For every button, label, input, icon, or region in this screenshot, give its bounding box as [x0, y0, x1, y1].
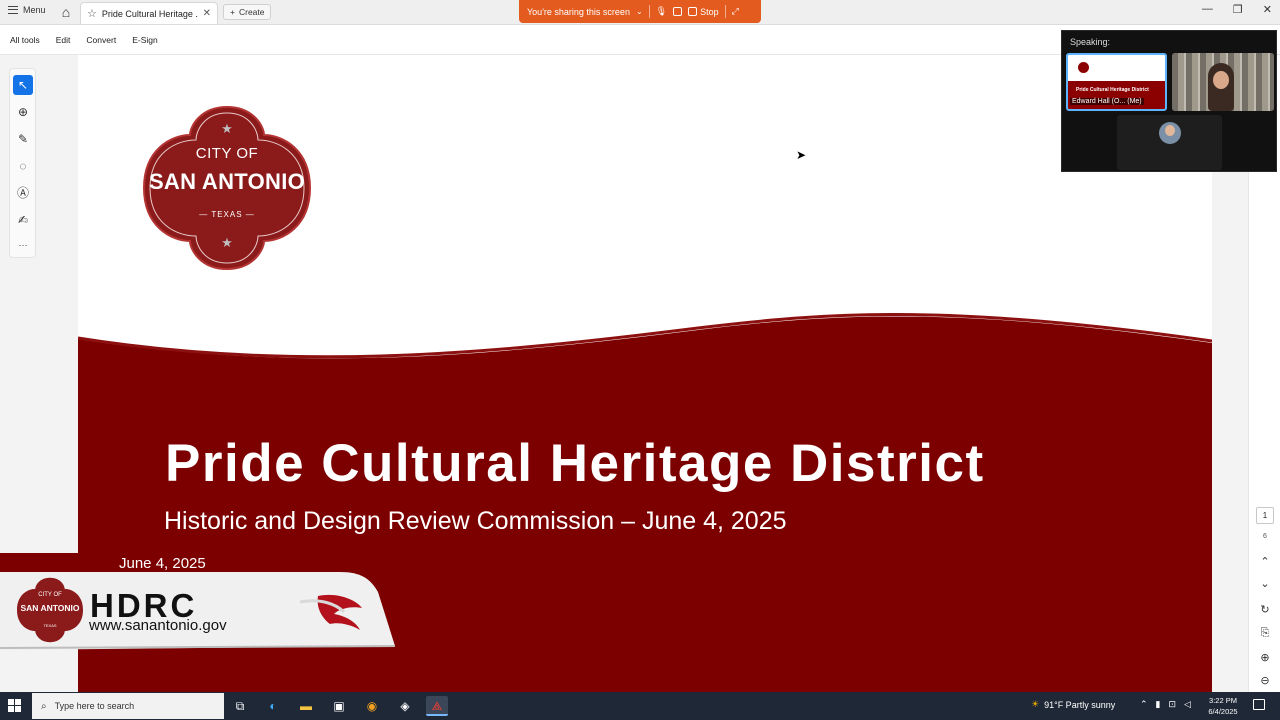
microphone-icon[interactable]: 🎙 — [656, 6, 667, 17]
window-controls: — ❐ ✕ — [1202, 3, 1272, 16]
system-tray: ⌃ ▮ ⊡ ◁ — [1140, 699, 1191, 710]
seal-thumbnail-icon — [1078, 62, 1089, 73]
task-view-icon[interactable]: ⧉ — [229, 696, 251, 716]
page-fit-icon[interactable]: ⎘ — [1255, 627, 1275, 640]
chevron-down-icon[interactable]: ⌄ — [1255, 577, 1275, 590]
zoom-out-icon[interactable]: ⊖ — [1255, 674, 1275, 687]
create-label: Create — [238, 7, 265, 17]
speaking-label: Speaking: — [1070, 37, 1111, 47]
chrome-icon[interactable]: ◉ — [361, 696, 383, 716]
toolbar-edit[interactable]: Edit — [56, 35, 71, 45]
weather-sun-icon: ☀ — [1031, 699, 1040, 709]
total-pages: 6 — [1263, 533, 1267, 540]
windows-start-icon[interactable] — [8, 699, 22, 713]
slide-title: Pride Cultural Heritage District — [165, 434, 985, 493]
windows-taskbar: ⌕ Type here to search ⧉ ◐ ▬ ▣ ◉ ◈ ⟁ ☀ 91… — [0, 692, 1280, 720]
city-seal-logo: ★ CITY OF SAN ANTONIO — TEXAS — ★ — [142, 105, 312, 271]
pen-icon[interactable]: ✎ — [13, 129, 33, 149]
tab-title: Pride Cultural Heritage .. — [101, 8, 198, 19]
stop-share-button[interactable]: Stop — [688, 7, 719, 17]
seal-city-of: CITY OF — [195, 145, 259, 162]
search-placeholder: Type here to search — [54, 701, 135, 711]
seal-state: — TEXAS — — [199, 210, 255, 219]
restore-icon[interactable]: ❐ — [1233, 3, 1243, 16]
star-icon: ★ — [221, 235, 233, 250]
toolbar-convert[interactable]: Convert — [86, 35, 116, 45]
window-titlebar: Menu ⌂ ☆ Pride Cultural Heritage .. ✕ + … — [0, 0, 1280, 25]
star-icon: ★ — [221, 121, 233, 136]
search-icon: ⌕ — [41, 700, 47, 712]
more-tools-icon[interactable]: ··· — [13, 235, 33, 255]
toolbar-all-tools[interactable]: All tools — [10, 35, 40, 45]
edge-browser-icon[interactable]: ◐ — [262, 696, 284, 716]
avatar-face — [1165, 125, 1175, 136]
clock-time: 3:22 PM — [1209, 696, 1237, 705]
store-icon[interactable]: ▣ — [328, 696, 350, 716]
close-window-icon[interactable]: ✕ — [1263, 3, 1272, 16]
microphone-icon[interactable]: ▮ — [1156, 699, 1161, 710]
lower-third-date: June 4, 2025 — [119, 555, 206, 572]
quick-tools-rail: ↖ ⊕ ✎ ◌ Ⓐ ✍ ··· — [9, 68, 36, 258]
document-tab[interactable]: ☆ Pride Cultural Heritage .. ✕ — [80, 2, 218, 24]
text-box-icon[interactable]: Ⓐ — [13, 183, 33, 203]
chevron-up-icon[interactable]: ⌃ — [1140, 699, 1148, 710]
lasso-icon[interactable]: ◌ — [13, 156, 33, 176]
divider — [724, 5, 726, 18]
taskbar-search-box[interactable]: ⌕ Type here to search — [32, 693, 224, 719]
network-icon[interactable]: ⊡ — [1169, 699, 1177, 710]
zoom-in-icon[interactable]: ⊕ — [1255, 651, 1275, 664]
participant-avatar-tile[interactable] — [1117, 115, 1222, 170]
app-icon[interactable]: ◈ — [394, 696, 416, 716]
zoom-comment-icon[interactable]: ⊕ — [13, 102, 33, 122]
mouse-cursor-icon: ➤ — [796, 148, 807, 162]
weather-text: 91°F Partly sunny — [1044, 699, 1116, 710]
participant-video-tile[interactable] — [1172, 53, 1274, 111]
slide-subtitle: Historic and Design Review Commission – … — [164, 507, 787, 535]
acrobat-taskbar-icon[interactable]: ⟁ — [426, 696, 448, 716]
thumbnail-title: Pride Cultural Heritage District — [1076, 87, 1149, 93]
participant-face — [1213, 71, 1229, 89]
home-icon[interactable]: ⌂ — [58, 4, 74, 20]
lower-third-seal-city-of: CITY OF — [38, 592, 62, 598]
minimize-icon[interactable]: — — [1202, 3, 1213, 16]
select-tool-icon[interactable]: ↖ — [13, 75, 33, 95]
create-button[interactable]: + Create — [223, 4, 272, 20]
file-explorer-icon[interactable]: ▬ — [295, 696, 317, 716]
lower-third-seal-state: TEXAS — [43, 623, 57, 628]
toolbar-e-sign[interactable]: E-Sign — [132, 35, 158, 45]
participant-name: Edward Hall (O... (Me) — [1070, 98, 1144, 105]
divider — [648, 5, 650, 18]
meeting-video-panel: Speaking: Pride Cultural Heritage Distri… — [1061, 30, 1277, 172]
hamburger-icon — [8, 6, 18, 14]
taskbar-clock[interactable]: 3:22 PM 6/4/2025 — [1200, 695, 1246, 717]
stop-label: Stop — [700, 6, 719, 17]
star-icon[interactable]: ☆ — [87, 7, 97, 20]
notification-icon[interactable] — [1253, 699, 1265, 710]
stop-icon — [688, 7, 698, 16]
self-video-tile[interactable]: Pride Cultural Heritage District Edward … — [1066, 53, 1167, 111]
volume-icon[interactable]: ◁ — [1184, 699, 1191, 710]
seal-city-name: SAN ANTONIO — [148, 169, 306, 194]
refresh-icon[interactable]: ↻ — [1255, 603, 1275, 616]
pause-share-icon[interactable] — [673, 7, 683, 16]
screen-share-bar: You're sharing this screen ⌄ 🎙 Stop ⤢ — [519, 0, 761, 23]
thumbnail-band — [1068, 81, 1165, 109]
close-tab-icon[interactable]: ✕ — [203, 8, 211, 19]
chevron-up-icon[interactable]: ⌃ — [1255, 555, 1275, 568]
sign-icon[interactable]: ✍ — [13, 210, 33, 230]
chevron-down-icon[interactable]: ⌄ — [636, 7, 643, 16]
menu-label: Menu — [23, 5, 46, 15]
weather-widget[interactable]: ☀ 91°F Partly sunny — [1031, 699, 1115, 710]
share-status-text: You're sharing this screen — [527, 6, 630, 17]
menu-button[interactable]: Menu — [8, 5, 46, 15]
website-url: www.sanantonio.gov — [89, 617, 227, 634]
clock-date: 6/4/2025 — [1208, 707, 1238, 716]
current-page-input[interactable]: 1 — [1256, 507, 1274, 524]
plus-icon: + — [230, 7, 235, 17]
lower-third-seal-name: SAN ANTONIO — [20, 603, 80, 613]
expand-icon[interactable]: ⤢ — [732, 6, 739, 17]
